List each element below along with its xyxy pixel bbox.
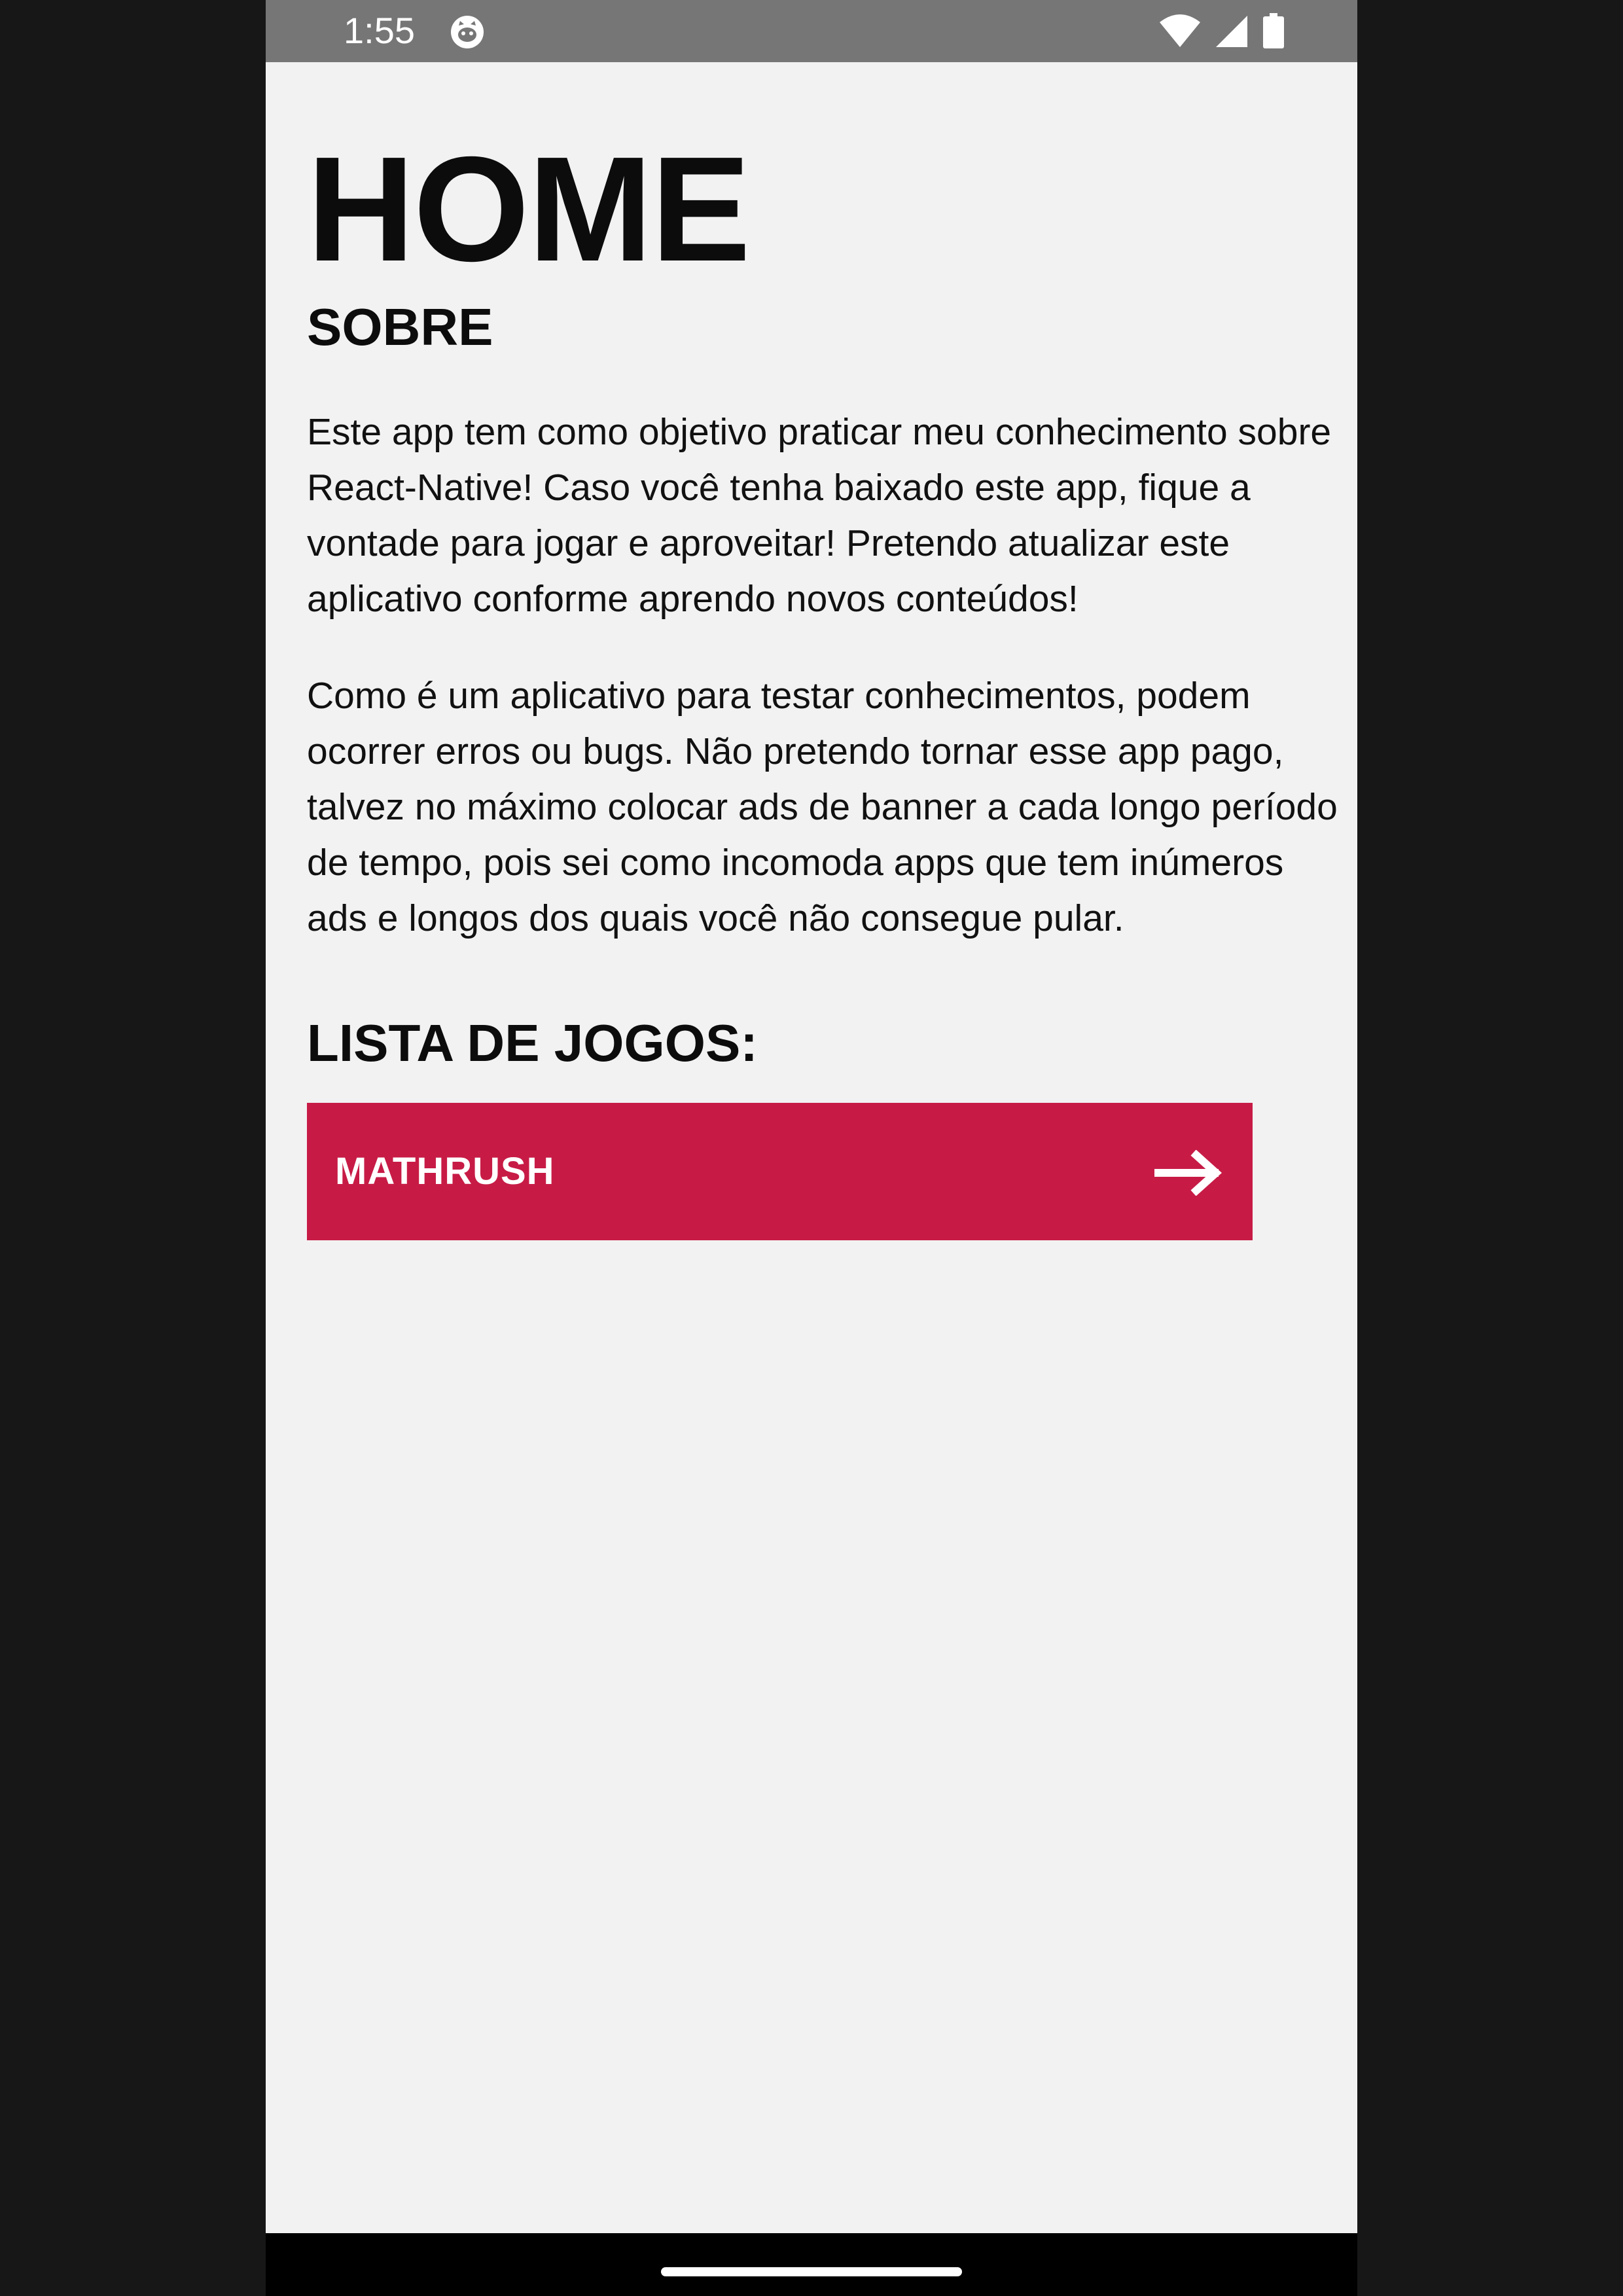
navigation-bar — [266, 2233, 1357, 2296]
arrow-right-icon — [1154, 1150, 1222, 1196]
about-paragraph-1: Este app tem como objetivo praticar meu … — [307, 411, 1332, 620]
page-title: HOME — [307, 126, 751, 293]
game-button-label: MATHRUSH — [335, 1150, 555, 1193]
battery-icon — [1263, 13, 1284, 48]
about-paragraph-2: Como é um aplicativo para testar conheci… — [307, 675, 1338, 939]
status-bar: 1:55 — [266, 0, 1357, 62]
app-screen: 1:55 HOME SOBRE Este app tem como objeti… — [266, 0, 1357, 2296]
wifi-icon — [1160, 14, 1200, 47]
cat-face-icon — [451, 16, 484, 48]
game-button-mathrush[interactable]: MATHRUSH — [307, 1103, 1253, 1240]
status-icons — [1158, 13, 1285, 50]
status-time: 1:55 — [344, 10, 415, 51]
signal-icon — [1216, 16, 1247, 47]
games-heading: LISTA DE JOGOS: — [307, 1014, 758, 1072]
about-heading: SOBRE — [307, 298, 493, 356]
home-indicator[interactable] — [661, 2267, 962, 2276]
home-content: HOME SOBRE Este app tem como objetivo pr… — [307, 62, 1347, 1240]
